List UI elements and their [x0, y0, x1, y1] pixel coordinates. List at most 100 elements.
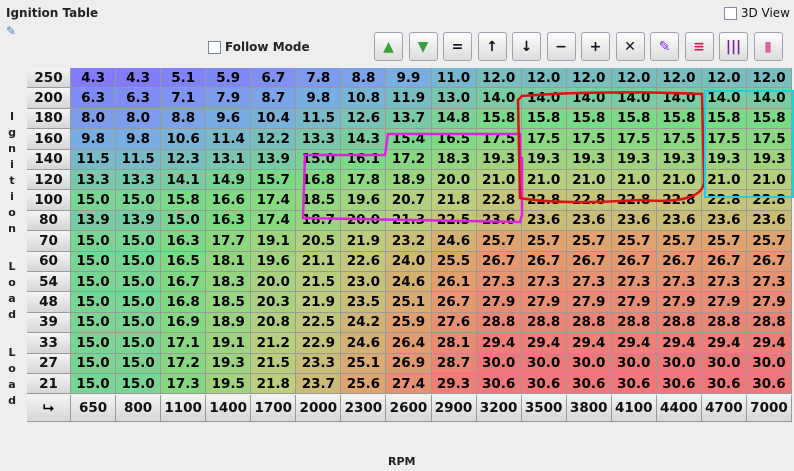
table-cell[interactable]: 15.8 — [701, 108, 747, 130]
table-cell[interactable]: 18.1 — [206, 251, 252, 272]
table-cell[interactable]: 15.0 — [116, 272, 162, 293]
table-cell[interactable]: 30.0 — [476, 353, 522, 374]
table-cell[interactable]: 27.9 — [521, 292, 567, 313]
table-cell[interactable]: 21.0 — [701, 170, 747, 191]
table-cell[interactable]: 30.0 — [521, 353, 567, 374]
table-cell[interactable]: 12.0 — [476, 68, 522, 89]
table-cell[interactable]: 26.7 — [476, 251, 522, 272]
table-cell[interactable]: 15.8 — [746, 108, 792, 130]
table-cell[interactable]: 30.6 — [566, 374, 612, 395]
table-cell[interactable]: 15.0 — [71, 374, 117, 395]
table-cell[interactable]: 17.5 — [521, 129, 567, 150]
table-cell[interactable]: 15.0 — [116, 251, 162, 272]
rpm-axis-label[interactable]: 2900 — [431, 395, 477, 423]
rpm-axis-label[interactable]: 4400 — [656, 395, 702, 423]
increase-green-button[interactable]: ▲ — [374, 32, 403, 61]
table-cell[interactable]: 30.0 — [611, 353, 657, 374]
table-cell[interactable]: 30.0 — [746, 353, 792, 374]
pen-button[interactable]: ✎ — [650, 32, 679, 61]
table-cell[interactable]: 21.8 — [251, 374, 297, 395]
table-cell[interactable]: 28.8 — [566, 312, 612, 334]
table-cell[interactable]: 15.8 — [476, 108, 522, 130]
table-cell[interactable]: 15.8 — [611, 108, 657, 130]
table-cell[interactable]: 17.4 — [251, 190, 297, 211]
table-cell[interactable]: 26.1 — [431, 272, 477, 293]
table-cell[interactable]: 19.3 — [611, 149, 657, 170]
table-cell[interactable]: 17.7 — [206, 231, 252, 252]
table-cell[interactable]: 8.8 — [341, 68, 387, 89]
table-cell[interactable]: 13.3 — [296, 129, 342, 150]
table-cell[interactable]: 16.6 — [206, 190, 252, 211]
table-cell[interactable]: 17.3 — [161, 374, 207, 395]
table-cell[interactable]: 23.6 — [701, 210, 747, 232]
table-cell[interactable]: 12.0 — [656, 68, 702, 89]
table-cell[interactable]: 25.7 — [746, 231, 792, 252]
table-cell[interactable]: 15.8 — [521, 108, 567, 130]
table-cell[interactable]: 22.8 — [656, 190, 702, 211]
load-axis-label[interactable]: 70 — [27, 231, 71, 252]
load-axis-label[interactable]: 140 — [27, 149, 71, 170]
load-axis-label[interactable]: 80 — [27, 210, 71, 232]
rpm-axis-label[interactable]: 800 — [116, 395, 162, 423]
table-cell[interactable]: 14.0 — [476, 88, 522, 109]
table-cell[interactable]: 27.3 — [566, 272, 612, 293]
table-cell[interactable]: 15.0 — [71, 190, 117, 211]
table-cell[interactable]: 15.0 — [71, 292, 117, 313]
load-axis-label[interactable]: 21 — [27, 374, 71, 395]
table-cell[interactable]: 22.8 — [701, 190, 747, 211]
table-cell[interactable]: 26.7 — [701, 251, 747, 272]
table-cell[interactable]: 28.1 — [431, 333, 477, 354]
load-axis-label[interactable]: 250 — [27, 68, 71, 89]
table-cell[interactable]: 20.3 — [251, 292, 297, 313]
table-cell[interactable]: 14.0 — [566, 88, 612, 109]
table-cell[interactable]: 17.1 — [161, 333, 207, 354]
multiply-button[interactable]: ✕ — [615, 32, 645, 61]
load-axis-label[interactable]: 39 — [27, 312, 71, 334]
table-cell[interactable]: 19.1 — [251, 231, 297, 252]
table-cell[interactable]: 25.1 — [341, 353, 387, 374]
table-cell[interactable]: 15.0 — [116, 190, 162, 211]
table-cell[interactable]: 29.4 — [566, 333, 612, 354]
table-cell[interactable]: 18.9 — [386, 170, 432, 191]
table-cell[interactable]: 22.6 — [341, 251, 387, 272]
table-cell[interactable]: 4.3 — [116, 68, 162, 89]
arrow-down-button[interactable]: ↓ — [512, 32, 541, 61]
table-cell[interactable]: 8.8 — [161, 108, 207, 130]
table-cell[interactable]: 16.7 — [161, 272, 207, 293]
table-cell[interactable]: 15.8 — [566, 108, 612, 130]
table-cell[interactable]: 15.0 — [71, 231, 117, 252]
table-cell[interactable]: 28.8 — [611, 312, 657, 334]
table-cell[interactable]: 24.2 — [341, 312, 387, 334]
table-cell[interactable]: 27.3 — [746, 272, 792, 293]
table-cell[interactable]: 28.8 — [746, 312, 792, 334]
table-cell[interactable]: 15.0 — [71, 312, 117, 334]
table-cell[interactable]: 5.9 — [206, 68, 252, 89]
rpm-axis-label[interactable]: 2300 — [341, 395, 387, 423]
table-cell[interactable]: 29.4 — [746, 333, 792, 354]
rpm-axis-label[interactable]: 3800 — [566, 395, 612, 423]
rpm-axis-label[interactable]: 3500 — [521, 395, 567, 423]
table-cell[interactable]: 27.9 — [656, 292, 702, 313]
table-cell[interactable]: 12.0 — [746, 68, 792, 89]
table-cell[interactable]: 28.8 — [476, 312, 522, 334]
table-cell[interactable]: 26.7 — [746, 251, 792, 272]
table-cell[interactable]: 26.7 — [431, 292, 477, 313]
rpm-axis-label[interactable]: 1700 — [251, 395, 297, 423]
table-cell[interactable]: 30.6 — [746, 374, 792, 395]
table-cell[interactable]: 17.5 — [566, 129, 612, 150]
table-cell[interactable]: 18.7 — [296, 210, 342, 232]
table-cell[interactable]: 8.0 — [71, 108, 117, 130]
equal-button[interactable]: = — [443, 32, 472, 61]
table-cell[interactable]: 17.5 — [701, 129, 747, 150]
table-cell[interactable]: 15.0 — [116, 292, 162, 313]
table-cell[interactable]: 15.0 — [71, 333, 117, 354]
table-cell[interactable]: 29.4 — [701, 333, 747, 354]
table-cell[interactable]: 4.3 — [71, 68, 117, 89]
table-cell[interactable]: 13.9 — [71, 210, 117, 232]
table-cell[interactable]: 21.0 — [521, 170, 567, 191]
table-cell[interactable]: 13.0 — [431, 88, 477, 109]
table-cell[interactable]: 21.5 — [251, 353, 297, 374]
table-cell[interactable]: 19.6 — [251, 251, 297, 272]
table-cell[interactable]: 18.9 — [206, 312, 252, 334]
table-cell[interactable]: 15.0 — [116, 374, 162, 395]
